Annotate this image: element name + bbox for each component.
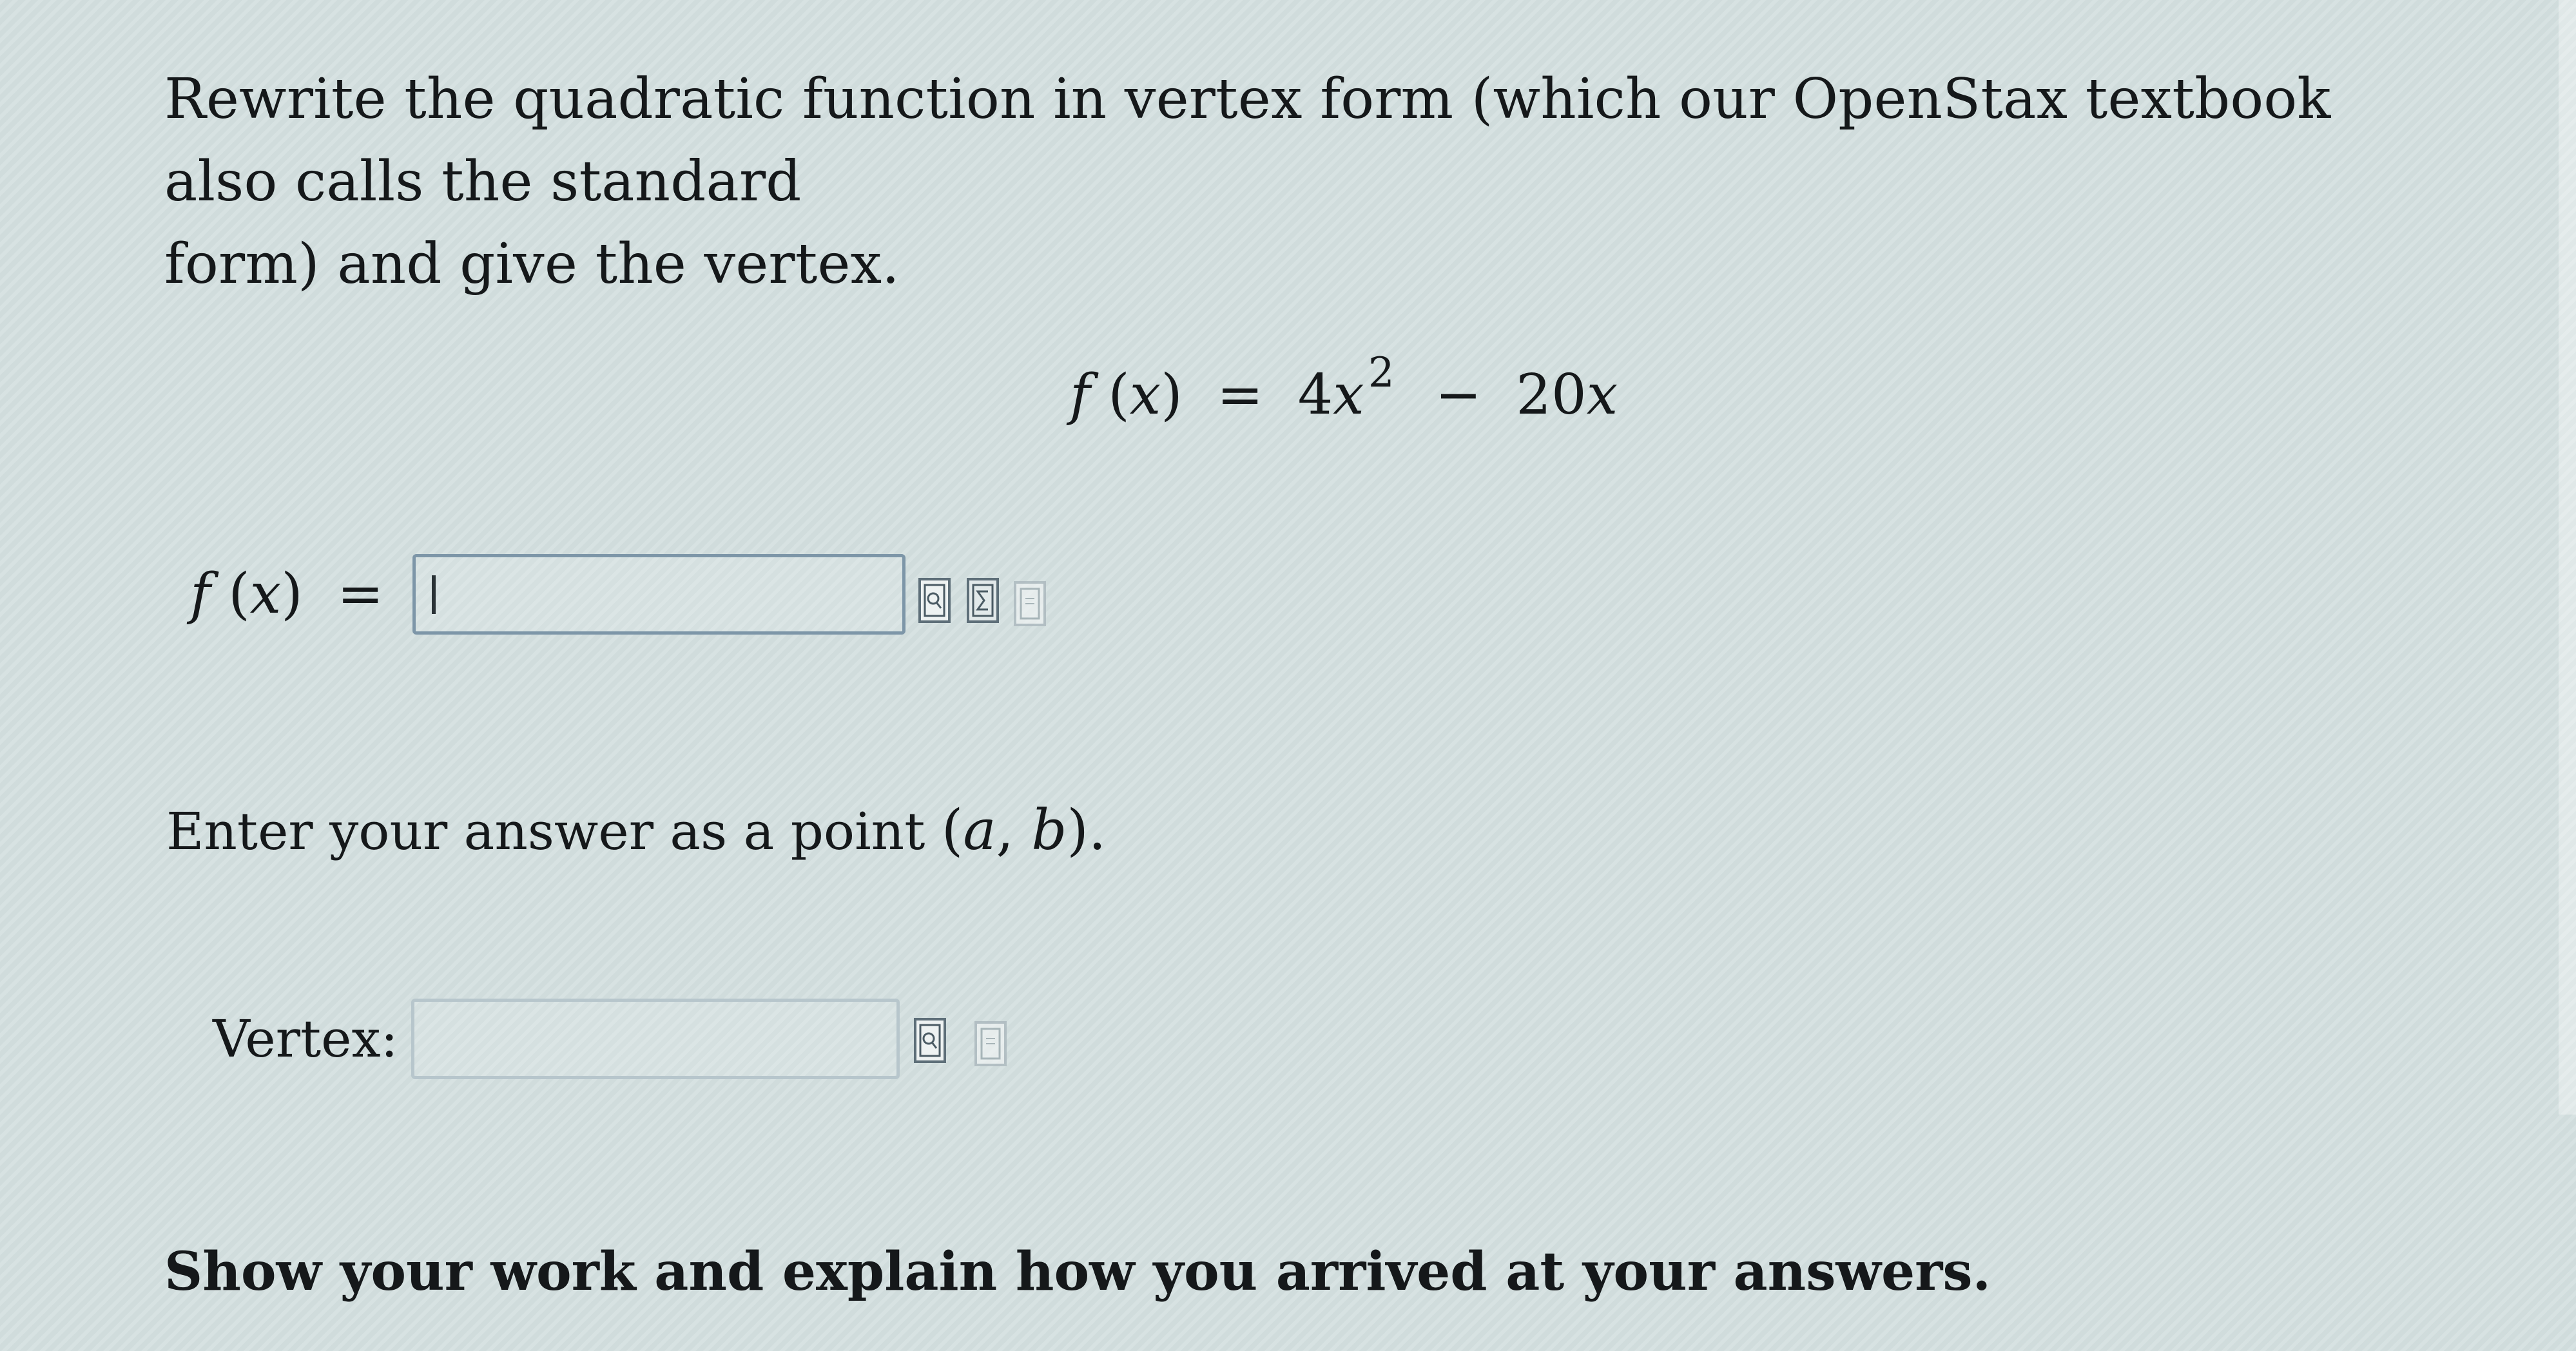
fx-answer-label: f (x) =: [190, 562, 384, 626]
question-instruction: Rewrite the quadratic function in vertex…: [164, 58, 2420, 305]
fx-label-function: f: [190, 562, 211, 626]
point-a: a: [963, 798, 996, 863]
given-function-name: f: [1070, 363, 1090, 427]
instruction-line-2: form) and give the vertex.: [164, 232, 900, 296]
point-notation: (a, b).: [941, 798, 1107, 863]
page-icon[interactable]: [1014, 581, 1046, 626]
fx-answer-input[interactable]: [412, 554, 905, 635]
vertex-preview-icon[interactable]: [914, 1018, 946, 1063]
text-caret: [432, 575, 436, 614]
magnifier-icon: [924, 584, 945, 617]
work-prompt: Show your work and explain how you arriv…: [164, 1241, 1991, 1303]
document-icon: [1020, 588, 1040, 620]
given-equals: =: [1217, 363, 1264, 427]
instruction-line-1: Rewrite the quadratic function in vertex…: [164, 67, 2331, 214]
given-equation: f (x) = 4x2 − 20x: [1070, 349, 1618, 427]
equation-editor-icon[interactable]: [967, 578, 999, 623]
preview-icon[interactable]: [918, 578, 951, 623]
given-operator: −: [1435, 363, 1482, 427]
vertex-page-icon[interactable]: [974, 1021, 1007, 1066]
given-coefficient: 4: [1297, 363, 1333, 427]
sigma-icon: [972, 584, 994, 617]
given-second-coefficient: 20: [1516, 363, 1587, 427]
document-icon: [980, 1028, 1001, 1060]
given-variable: x: [1129, 363, 1161, 427]
fx-label-equals: =: [337, 562, 384, 626]
given-exponent: 2: [1368, 349, 1395, 397]
vertex-hint-text: Enter your answer as a point: [166, 801, 925, 861]
given-variable-squared: x: [1333, 363, 1364, 427]
fx-label-variable: x: [249, 562, 282, 626]
vertex-input[interactable]: [411, 999, 900, 1079]
question-page: Rewrite the quadratic function in vertex…: [0, 0, 2576, 1351]
magnifier-icon: [919, 1024, 941, 1057]
vertex-label: Vertex:: [213, 1009, 398, 1069]
vertex-hint: Enter your answer as a point (a, b).: [166, 789, 1106, 873]
point-b: b: [1031, 798, 1067, 863]
given-second-variable: x: [1586, 363, 1618, 427]
page-edge: [2559, 0, 2576, 1115]
